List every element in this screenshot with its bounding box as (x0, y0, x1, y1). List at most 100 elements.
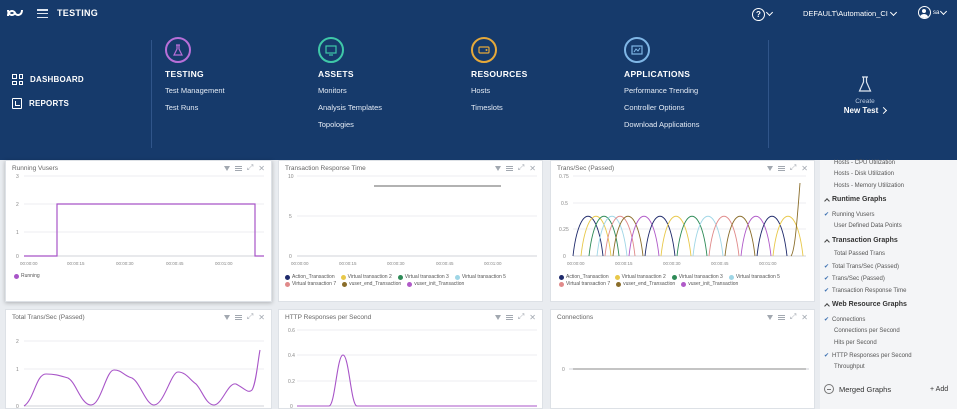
menu-link-analysis-templates[interactable]: Analysis Templates (318, 103, 382, 112)
close-icon[interactable]: ✕ (801, 164, 808, 173)
options-icon[interactable] (505, 314, 513, 320)
filter-icon[interactable] (766, 165, 773, 171)
graph-group-runtime[interactable]: Runtime Graphs (824, 196, 886, 204)
new-test-button[interactable]: New Test (843, 106, 888, 115)
x-tick: 00:00:45 (166, 261, 184, 266)
graph-item[interactable]: Hosts - Memory Utilization (834, 183, 904, 189)
menu-column-applications: APPLICATIONS Performance Trending Contro… (624, 37, 699, 137)
legend-item[interactable]: Virtual transaction 2 (614, 274, 666, 280)
tenant-selector[interactable]: DEFAULT\Automation_CI (803, 8, 897, 18)
filter-icon[interactable] (223, 314, 230, 320)
panel-http-responses[interactable]: 0.6 0.4 0.2 0 HTTP Responses per Second … (278, 309, 543, 409)
panel-transaction-response-time[interactable]: 10 5 0 00:00:00 00:00:15 00:00:30 00:00:… (278, 160, 543, 302)
graph-item-checked[interactable]: Connections (824, 316, 865, 323)
menu-link-test-management[interactable]: Test Management (165, 86, 225, 95)
menu-link-test-runs[interactable]: Test Runs (165, 103, 225, 112)
create-new-test[interactable]: Create New Test (843, 76, 888, 115)
user-menu[interactable]: sa (918, 6, 948, 19)
graph-item-checked[interactable]: Running Vusers (824, 211, 874, 218)
expand-icon[interactable]: ⤢ (247, 312, 253, 322)
graphs-side-panel: Hosts - CPU Utilization Hosts - Disk Uti… (820, 160, 957, 409)
legend-item[interactable]: Virtual transaction 7 (285, 281, 336, 287)
nav-dashboard[interactable]: DASHBOARD (12, 74, 84, 85)
options-icon[interactable] (234, 314, 242, 320)
legend-item[interactable]: vuser_end_Transaction (616, 281, 675, 287)
close-icon[interactable]: ✕ (258, 164, 265, 173)
merged-graphs-label: Merged Graphs (839, 384, 892, 394)
options-icon[interactable] (777, 314, 785, 320)
legend-item[interactable]: Virtual transaction 7 (559, 281, 610, 287)
legend-item[interactable]: Virtual transaction 5 (454, 274, 506, 280)
chevron-down-icon (889, 8, 897, 16)
graph-item-checked[interactable]: Trans/Sec (Passed) (824, 275, 885, 282)
options-icon[interactable] (505, 165, 513, 171)
menu-link-controller-options[interactable]: Controller Options (624, 103, 699, 112)
graph-item-checked[interactable]: Transaction Response Time (824, 287, 906, 294)
tps-series-line (740, 215, 772, 257)
filter-icon[interactable] (223, 165, 230, 171)
options-icon[interactable] (234, 165, 242, 171)
panel-total-trans-sec[interactable]: 2 1 0 Total Trans/Sec (Passed) ⤢ ✕ (5, 309, 272, 409)
panel-trans-sec-passed[interactable]: 0.75 0.5 0.25 0 00:00:00 00:00:15 00:00:… (550, 160, 815, 302)
tps-series-line (644, 215, 676, 257)
expand-icon[interactable]: ⤢ (518, 312, 524, 322)
close-icon[interactable]: ✕ (529, 164, 536, 173)
close-icon[interactable]: ✕ (529, 313, 536, 322)
menu-link-timeslots[interactable]: Timeslots (471, 103, 528, 112)
legend-item[interactable]: Virtual transaction 2 (340, 274, 392, 280)
legend-item[interactable]: Virtual transaction 5 (728, 274, 780, 280)
graph-item[interactable]: Hits per Second (834, 340, 877, 346)
graph-item[interactable]: Hosts - CPU Utilization (834, 160, 895, 166)
expand-icon[interactable]: ⤢ (790, 312, 796, 322)
options-icon[interactable] (777, 165, 785, 171)
menu-link-hosts[interactable]: Hosts (471, 86, 528, 95)
expand-icon[interactable]: ⤢ (518, 163, 524, 173)
tps-series-line (660, 215, 692, 257)
graph-item-checked[interactable]: Total Trans/Sec (Passed) (824, 263, 899, 270)
menu-link-download-applications[interactable]: Download Applications (624, 120, 699, 129)
panel-toolbar: ⤢ ✕ (494, 312, 536, 322)
graph-item[interactable]: User Defined Data Points (834, 223, 902, 229)
legend-item[interactable]: Action_Transaction (559, 274, 609, 280)
menu-link-monitors[interactable]: Monitors (318, 86, 382, 95)
x-tick: 00:00:15 (615, 261, 633, 266)
menu-link-topologies[interactable]: Topologies (318, 120, 382, 129)
close-icon[interactable]: ✕ (801, 313, 808, 322)
legend-item[interactable]: Action_Transaction (285, 274, 335, 280)
panel-running-vusers[interactable]: 3 2 1 0 00:00:00 00:00:15 00:00:30 00:00… (5, 160, 272, 302)
close-icon[interactable]: ✕ (258, 313, 265, 322)
filter-icon[interactable] (494, 165, 501, 171)
legend-label: Virtual transaction 5 (735, 274, 780, 280)
legend-item[interactable]: vuser_init_Transaction (681, 281, 738, 287)
graph-group-web-resource[interactable]: Web Resource Graphs (824, 301, 907, 309)
legend-label: Virtual transaction 2 (347, 274, 392, 280)
legend-item[interactable]: vuser_end_Transaction (342, 281, 401, 287)
user-name: sa (933, 9, 940, 16)
graph-item[interactable]: Connections per Second (834, 328, 900, 334)
graph-item[interactable]: Throughput (834, 364, 865, 370)
legend-item[interactable]: Running (14, 273, 40, 279)
legend-item[interactable]: Virtual transaction 3 (397, 274, 449, 280)
connections-chart: 0 (562, 367, 809, 373)
legend-item[interactable]: Virtual transaction 3 (671, 274, 723, 280)
legend-item[interactable]: vuser_init_Transaction (407, 281, 464, 287)
graph-group-transaction[interactable]: Transaction Graphs (824, 237, 898, 245)
expand-icon[interactable]: ⤢ (247, 163, 253, 173)
tps-series-line (572, 215, 604, 257)
graph-item[interactable]: Hosts - Disk Utilization (834, 171, 894, 177)
graph-item[interactable]: Total Passed Trans (834, 251, 885, 257)
nav-reports[interactable]: REPORTS (12, 98, 84, 109)
merged-graphs-toggle[interactable]: Merged Graphs (824, 384, 891, 394)
panel-connections[interactable]: 0 Connections ⤢ ✕ (550, 309, 815, 409)
hamburger-menu-icon[interactable] (37, 9, 48, 18)
chevron-up-icon (824, 197, 830, 204)
help-button[interactable]: ? (752, 6, 775, 22)
filter-icon[interactable] (766, 314, 773, 320)
filter-icon[interactable] (494, 314, 501, 320)
expand-icon[interactable]: ⤢ (790, 163, 796, 173)
legend-label: Virtual transaction 2 (621, 274, 666, 280)
menu-link-performance-trending[interactable]: Performance Trending (624, 86, 699, 95)
logo-icon[interactable] (6, 6, 24, 20)
add-merged-graph-button[interactable]: + Add (930, 386, 948, 393)
graph-item-checked[interactable]: HTTP Responses per Second (824, 352, 912, 359)
